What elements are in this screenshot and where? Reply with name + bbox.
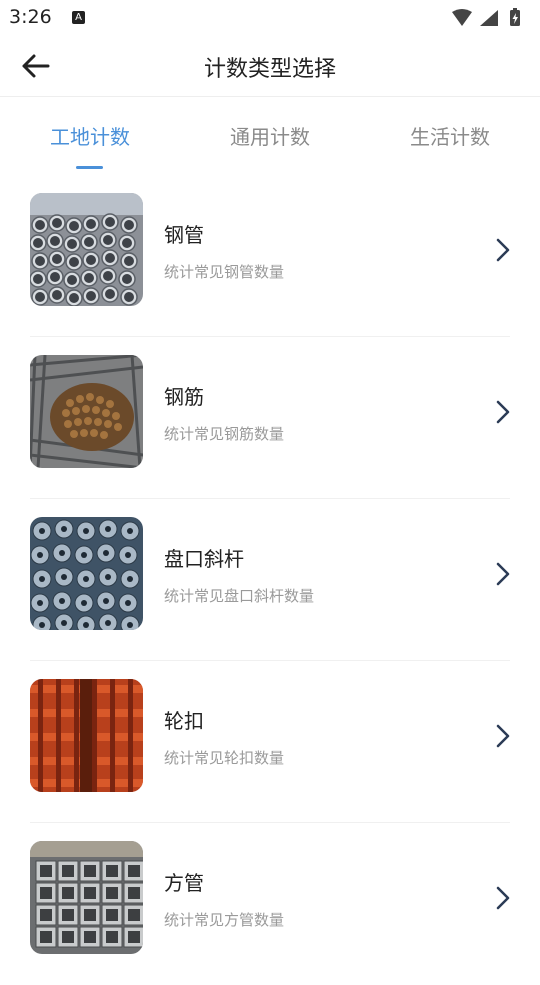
list-item-wheel-buckle[interactable]: 轮扣 统计常见轮扣数量 <box>0 661 540 823</box>
battery-icon <box>510 8 520 26</box>
notification-icon: A <box>72 11 85 24</box>
status-time: 3:26 <box>9 6 52 28</box>
list-item-rebar[interactable]: 钢筋 统计常见钢筋数量 <box>0 337 540 499</box>
item-title: 轮扣 <box>164 709 204 733</box>
signal-icon <box>480 10 498 26</box>
item-title: 钢管 <box>164 223 204 247</box>
chevron-right-icon <box>496 562 510 586</box>
chevron-right-icon <box>496 886 510 910</box>
wheel-buckle-image <box>30 679 143 792</box>
tab-bar: 工地计数 通用计数 生活计数 <box>0 97 540 177</box>
item-title: 盘口斜杆 <box>164 547 244 571</box>
item-subtitle: 统计常见钢筋数量 <box>164 425 285 443</box>
chevron-right-icon <box>496 724 510 748</box>
item-subtitle: 统计常见钢管数量 <box>164 263 285 281</box>
item-subtitle: 统计常见方管数量 <box>164 911 285 929</box>
wifi-icon <box>452 9 472 26</box>
item-subtitle: 统计常见轮扣数量 <box>164 749 285 767</box>
square-tube-image <box>30 841 143 954</box>
item-title: 方管 <box>164 871 204 895</box>
tab-indicator <box>76 166 103 169</box>
disc-buckle-rod-image <box>30 517 143 630</box>
tab-life-count[interactable]: 生活计数 <box>360 121 540 150</box>
status-bar: 3:26 A <box>0 0 540 36</box>
rebar-image <box>30 355 143 468</box>
item-subtitle: 统计常见盘口斜杆数量 <box>164 587 315 605</box>
item-title: 钢筋 <box>164 385 204 409</box>
list-item-steel-pipe[interactable]: 钢管 统计常见钢管数量 <box>0 175 540 337</box>
list-item-disc-buckle-rod[interactable]: 盘口斜杆 统计常见盘口斜杆数量 <box>0 499 540 661</box>
chevron-right-icon <box>496 238 510 262</box>
tab-general-count[interactable]: 通用计数 <box>180 121 360 150</box>
tab-construction-count[interactable]: 工地计数 <box>0 121 180 150</box>
status-icons <box>452 8 520 26</box>
list-item-square-tube[interactable]: 方管 统计常见方管数量 <box>0 823 540 985</box>
steel-pipe-image <box>30 193 143 306</box>
page-title: 计数类型选择 <box>203 57 336 82</box>
app-bar: 计数类型选择 <box>0 36 540 97</box>
chevron-right-icon <box>496 400 510 424</box>
count-type-list: 钢管 统计常见钢管数量 钢筋 统计常见钢筋数量 盘口斜杆 统计常见盘口斜杆数量 … <box>0 175 540 985</box>
